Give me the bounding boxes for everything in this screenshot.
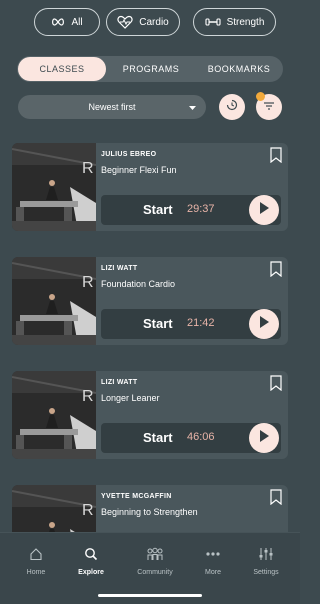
class-duration: 21:42 [187,317,215,329]
instructor-name: YVETTE MCGAFFIN [101,493,172,500]
nav-community-label: Community [137,569,173,576]
class-thumbnail[interactable]: R [12,371,96,459]
view-segmented-control: CLASSES PROGRAMS BOOKMARKS [17,56,283,82]
start-bar[interactable]: Start 46:06 [101,423,281,453]
nav-home[interactable]: Home [6,547,66,576]
filter-cardio-label: Cardio [139,16,169,28]
tab-classes[interactable]: CLASSES [18,57,106,81]
svg-text:R: R [82,274,94,291]
class-duration: 29:37 [187,203,215,215]
filter-lines-icon [263,98,275,116]
sort-dropdown[interactable]: Newest first [18,95,206,119]
community-icon [146,547,164,563]
bookmark-icon[interactable] [270,261,282,282]
history-button[interactable] [219,94,245,120]
bookmark-icon[interactable] [270,147,282,168]
heart-pulse-icon [117,15,133,29]
home-indicator [98,594,202,597]
filter-all[interactable]: All [34,8,100,36]
category-filters: All Cardio Strength [0,8,300,36]
nav-home-label: Home [26,569,46,576]
nav-settings[interactable]: Settings [236,547,296,576]
class-card[interactable]: R LIZI WATT Longer Leaner Start 46:06 [12,371,288,459]
start-button-label: Start [143,430,173,445]
class-title: Foundation Cardio [101,279,176,289]
filter-cardio[interactable]: Cardio [106,8,180,36]
class-duration: 46:06 [187,431,215,443]
start-bar[interactable]: Start 21:42 [101,309,281,339]
svg-text:R: R [82,502,94,519]
play-icon [259,201,269,219]
filter-strength[interactable]: Strength [193,8,276,36]
instructor-name: LIZI WATT [101,265,138,272]
play-icon [259,315,269,333]
nav-community[interactable]: Community [125,547,185,576]
tab-programs[interactable]: PROGRAMS [107,56,195,82]
instructor-name: JULIUS EBREO [101,151,157,158]
start-button-label: Start [143,202,173,217]
class-card[interactable]: R LIZI WATT Foundation Cardio Start 21:42 [12,257,288,345]
nav-settings-label: Settings [253,569,279,576]
bookmark-icon[interactable] [270,489,282,510]
bookmark-icon[interactable] [270,375,282,396]
filter-all-label: All [71,16,83,28]
notification-dot [256,92,265,101]
start-button-label: Start [143,316,173,331]
class-title: Beginner Flexi Fun [101,165,177,175]
dumbbell-icon [205,17,221,27]
play-button[interactable] [249,423,279,453]
class-title: Longer Leaner [101,393,160,403]
nav-more-label: More [205,569,221,576]
sliders-icon [258,547,274,563]
sort-selected-value: Newest first [88,102,136,112]
class-title: Beginning to Strengthen [101,507,198,517]
filter-strength-label: Strength [226,16,265,28]
more-dots-icon [205,547,221,563]
caret-down-icon [189,103,196,113]
instructor-name: LIZI WATT [101,379,138,386]
play-button[interactable] [249,309,279,339]
nav-explore-label: Explore [78,569,104,576]
play-button[interactable] [249,195,279,225]
infinity-icon [51,18,65,26]
svg-text:R: R [82,160,94,177]
class-thumbnail[interactable]: R [12,257,96,345]
nav-explore[interactable]: Explore [61,547,121,576]
search-icon [84,547,98,563]
play-icon [259,429,269,447]
tab-bookmarks[interactable]: BOOKMARKS [195,56,283,82]
class-thumbnail[interactable]: R [12,143,96,231]
history-icon [226,98,238,116]
class-card[interactable]: R JULIUS EBREO Beginner Flexi Fun Start 29:3… [12,143,288,231]
nav-more[interactable]: More [183,547,243,576]
svg-text:R: R [82,388,94,405]
start-bar[interactable]: Start 29:37 [101,195,281,225]
home-icon [29,547,43,563]
